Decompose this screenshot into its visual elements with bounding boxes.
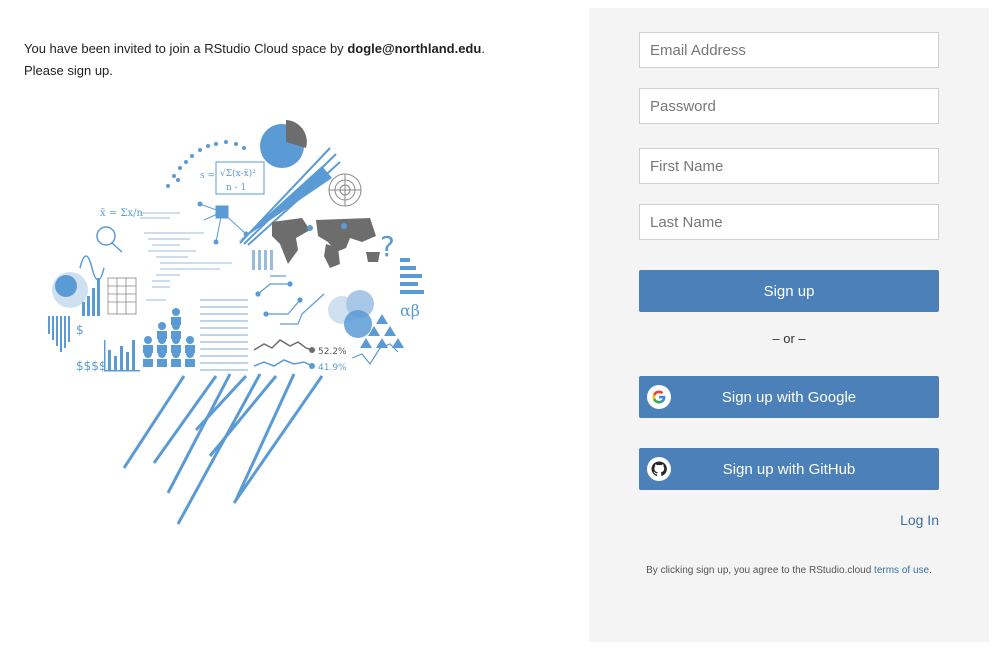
small-line-plot [351,343,399,366]
dollar-signs-graphic-2: $$$$ [76,359,107,373]
formula-graphic: √Σ(x-x̄)² n - 1 s = x̄ = Σx/n [100,161,265,219]
svg-text:n - 1: n - 1 [226,183,246,193]
terms-text: By clicking sign up, you agree to the RS… [646,565,875,576]
invite-instruction: Please sign up. [24,63,113,78]
bottom-bar-chart [104,340,140,372]
inviter-email: dogle@northland.edu [347,41,482,56]
signup-panel: Sign up – or – Sign up with Google Sign … [589,8,989,642]
wave-graphic [79,255,105,281]
pie-chart-graphic [260,120,307,168]
question-mark-graphic: ? [380,230,395,263]
github-signup-button[interactable]: Sign up with GitHub [639,448,939,490]
github-icon [647,457,671,481]
terms-of-use-link[interactable]: terms of use [874,565,929,576]
world-map-graphic [272,218,380,268]
svg-text:s =: s = [200,171,215,181]
line-end-dot-gray [309,347,315,353]
terms-period: . [929,565,932,576]
svg-text:x̄ = Σx/n: x̄ = Σx/n [100,208,143,219]
last-name-field[interactable] [639,204,939,240]
google-icon [647,385,671,409]
login-link[interactable]: Log In [900,512,939,528]
circuit-graphic [255,275,325,325]
invite-text: You have been invited to join a RStudio … [24,41,348,56]
percent-label-2: 41.9% [318,363,347,373]
percent-label-1: 52.2% [318,347,347,357]
google-signup-button[interactable]: Sign up with Google [639,376,939,418]
venn-graphic [328,290,374,338]
number-table-graphic [200,299,248,371]
dollar-signs-graphic: $ [76,323,84,337]
magnifier-graphic [96,226,123,253]
terms-notice: By clicking sign up, you agree to the RS… [619,565,959,576]
vertical-bars-graphic [252,250,273,270]
google-signup-label: Sign up with Google [721,388,857,406]
rain-lines [122,373,324,525]
first-name-field[interactable] [639,148,939,184]
code-lines-graphic [140,212,232,301]
alpha-beta-graphic: αβ [400,301,420,320]
data-cloud-illustration: √Σ(x-x̄)² n - 1 s = x̄ = Σx/n ? $ $$$$ α… [48,120,424,525]
or-separator: – or – [772,331,806,346]
invite-message: You have been invited to join a RStudio … [24,38,485,82]
password-field[interactable] [639,88,939,124]
email-field[interactable] [639,32,939,68]
signup-button-label: Sign up [763,282,815,300]
line-end-dot-blue [309,363,315,369]
github-signup-label: Sign up with GitHub [722,460,856,478]
stacked-bars-graphic [400,258,424,294]
line-charts-graphic [253,339,313,367]
signup-button[interactable]: Sign up [639,270,939,312]
radar-graphic [328,173,362,207]
network-graphic [197,201,249,245]
people-graphic [143,308,195,367]
spreadsheet-graphic [107,277,137,315]
invite-period: . [481,41,485,56]
svg-text:√Σ(x-x̄)²: √Σ(x-x̄)² [220,168,256,179]
invite-section: You have been invited to join a RStudio … [0,0,589,648]
